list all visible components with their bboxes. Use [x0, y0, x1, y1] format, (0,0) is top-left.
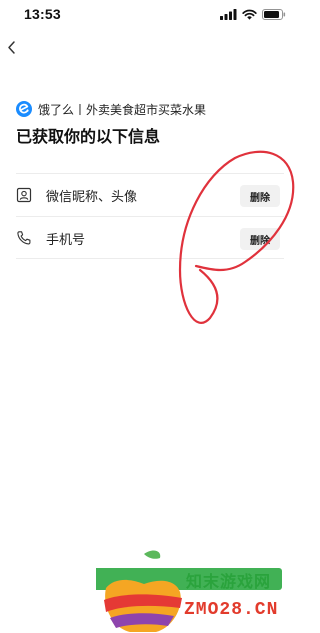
- back-button[interactable]: [2, 36, 26, 60]
- signal-icon: [220, 8, 237, 20]
- status-bar: 13:53: [0, 0, 300, 28]
- delete-phone-button[interactable]: 删除: [240, 228, 280, 250]
- app-name: 饿了么丨外卖美食超市买菜水果: [38, 102, 207, 117]
- watermark-text-en: ZMO28.CN: [184, 600, 279, 620]
- phone-icon: [17, 231, 31, 245]
- page-title: 已获取你的以下信息: [16, 127, 161, 146]
- info-item-label: 微信昵称、头像: [46, 190, 138, 205]
- watermark-text-cn: 知末游戏网: [186, 572, 272, 591]
- chevron-left-icon: [8, 41, 15, 54]
- delete-profile-button[interactable]: 删除: [240, 185, 280, 207]
- annotation-scribble: [178, 150, 295, 324]
- status-icons: [220, 7, 286, 21]
- wifi-icon: [242, 9, 257, 20]
- status-time: 13:53: [24, 6, 61, 22]
- authorized-info-page: 13:53 饿了么丨外卖美食超市买菜水果 已获取你的以下信息 微信昵称、头像 删…: [0, 0, 300, 633]
- info-item-profile: 微信昵称、头像 删除: [0, 174, 300, 216]
- info-item-phone: 手机号 删除: [0, 217, 300, 259]
- list-divider: [16, 258, 284, 259]
- info-item-label: 手机号: [46, 233, 86, 248]
- eleme-logo-icon: [16, 101, 32, 117]
- profile-card-icon: [16, 187, 32, 203]
- battery-icon: [262, 8, 286, 20]
- app-info-row: 饿了么丨外卖美食超市买菜水果: [16, 100, 206, 118]
